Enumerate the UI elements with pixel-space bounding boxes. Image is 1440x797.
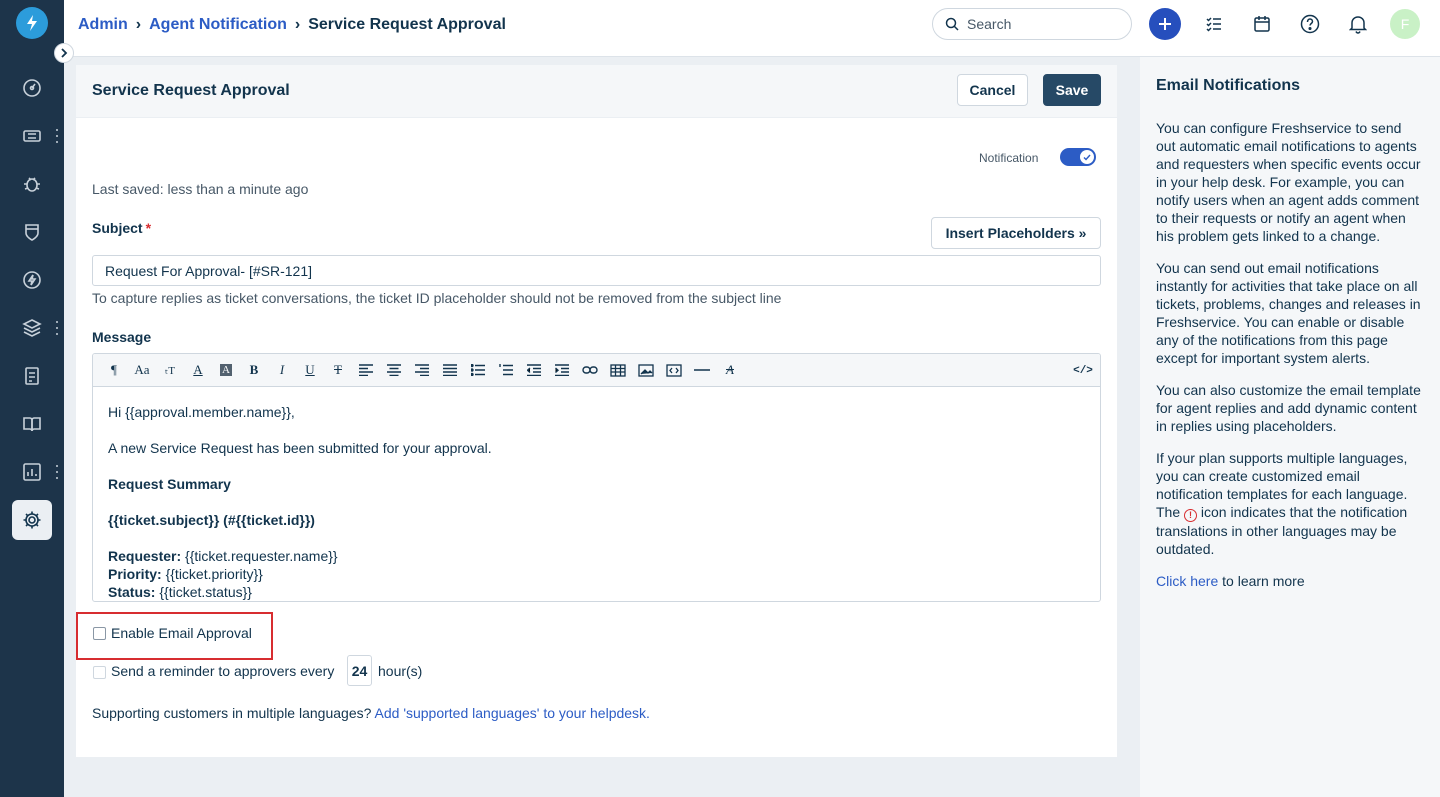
reminder-hours-input[interactable]: 24 <box>347 655 372 686</box>
supported-languages-line: Supporting customers in multiple languag… <box>92 705 650 721</box>
message-priority-line: Priority: {{ticket.priority}} <box>108 566 263 582</box>
cancel-button[interactable]: Cancel <box>957 74 1028 106</box>
italic-icon[interactable]: I <box>268 358 296 382</box>
subject-hint: To capture replies as ticket conversatio… <box>92 290 782 306</box>
help-paragraph-4: If your plan supports multiple languages… <box>1156 450 1408 557</box>
notification-toggle-label: Notification <box>979 151 1039 165</box>
outdated-warning-icon: ! <box>1184 509 1198 522</box>
toggle-check-icon <box>1080 150 1094 164</box>
align-center-icon[interactable] <box>380 358 408 382</box>
assets-more-icon[interactable] <box>53 321 61 335</box>
message-requester-line: Requester: {{ticket.requester.name}} <box>108 548 338 564</box>
message-body[interactable]: Hi {{approval.member.name}}, A new Servi… <box>93 387 1100 601</box>
user-avatar[interactable]: F <box>1390 9 1420 39</box>
contracts-icon[interactable] <box>12 356 52 396</box>
admin-gear-icon[interactable] <box>12 500 52 540</box>
last-saved-status: Last saved: less than a minute ago <box>92 181 309 197</box>
analytics-chart-icon[interactable] <box>12 452 52 492</box>
code-view-icon[interactable]: </> <box>1070 359 1096 383</box>
insert-table-icon[interactable] <box>604 358 632 382</box>
breadcrumb-admin-link[interactable]: Admin <box>78 16 128 34</box>
changes-shield-icon[interactable] <box>12 212 52 252</box>
assets-layers-icon[interactable] <box>12 308 52 348</box>
align-justify-icon[interactable] <box>436 358 464 382</box>
breadcrumb-separator-icon: › <box>135 16 142 33</box>
dashboard-icon[interactable] <box>12 68 52 108</box>
message-editor: ¶ Aa ₜT A A B I U T A </> Hi {{approval.… <box>92 353 1101 602</box>
editor-toolbar: ¶ Aa ₜT A A B I U T A </> <box>93 354 1100 387</box>
underline-icon[interactable]: U <box>296 358 324 382</box>
help-paragraph-1: You can configure Freshservice to send o… <box>1156 120 1421 244</box>
solutions-book-icon[interactable] <box>12 404 52 444</box>
click-here-link[interactable]: Click here <box>1156 573 1218 589</box>
outdent-icon[interactable] <box>520 358 548 382</box>
align-left-icon[interactable] <box>352 358 380 382</box>
message-greeting: Hi {{approval.member.name}}, <box>108 404 295 420</box>
tickets-icon[interactable] <box>12 116 52 156</box>
insert-link-icon[interactable] <box>576 358 604 382</box>
bold-icon[interactable]: B <box>240 358 268 382</box>
insert-image-icon[interactable] <box>632 358 660 382</box>
indent-icon[interactable] <box>548 358 576 382</box>
tickets-more-icon[interactable] <box>53 129 61 143</box>
font-family-icon[interactable]: Aa <box>128 358 156 382</box>
calendar-icon[interactable] <box>1246 8 1278 40</box>
help-panel: Email Notifications You can configure Fr… <box>1140 57 1440 797</box>
search-icon <box>945 17 959 31</box>
message-intro: A new Service Request has been submitted… <box>108 440 492 456</box>
help-panel-title: Email Notifications <box>1156 77 1301 94</box>
message-label: Message <box>92 329 152 345</box>
releases-bolt-icon[interactable] <box>12 260 52 300</box>
breadcrumb-current: Service Request Approval <box>308 16 506 33</box>
subject-label: Subject * <box>92 220 152 236</box>
new-item-plus-button[interactable] <box>1149 8 1181 40</box>
notification-editor-card: Service Request Approval Cancel Save Not… <box>76 65 1117 757</box>
notifications-bell-icon[interactable] <box>1342 8 1374 40</box>
align-right-icon[interactable] <box>408 358 436 382</box>
search-box[interactable] <box>932 8 1132 40</box>
insert-placeholders-button[interactable]: Insert Placeholders » <box>931 217 1101 249</box>
top-bar: Admin › Agent Notification › Service Req… <box>64 0 1440 57</box>
analytics-more-icon[interactable] <box>53 465 61 479</box>
help-question-icon[interactable] <box>1294 8 1326 40</box>
send-reminder-checkbox[interactable] <box>93 666 106 679</box>
reminder-hours-suffix: hour(s) <box>378 663 423 679</box>
message-status-line: Status: {{ticket.status}} <box>108 584 252 600</box>
freshservice-logo-icon[interactable] <box>16 7 48 39</box>
help-paragraph-2: You can send out email notifications ins… <box>1156 260 1421 366</box>
help-paragraph-3: You can also customize the email templat… <box>1156 382 1421 434</box>
send-reminder-label: Send a reminder to approvers every <box>111 663 335 679</box>
strikethrough-icon[interactable]: T <box>324 358 352 382</box>
enable-email-approval-label[interactable]: Enable Email Approval <box>111 625 252 641</box>
breadcrumb: Admin › Agent Notification › Service Req… <box>78 14 506 36</box>
paragraph-format-icon[interactable]: ¶ <box>100 358 128 382</box>
problems-bug-icon[interactable] <box>12 164 52 204</box>
ordered-list-icon[interactable] <box>492 358 520 382</box>
page-title: Service Request Approval <box>92 82 290 99</box>
breadcrumb-agent-notification-link[interactable]: Agent Notification <box>149 16 287 34</box>
horizontal-line-icon[interactable] <box>688 358 716 382</box>
clear-formatting-icon[interactable]: A <box>716 358 744 382</box>
enable-email-approval-checkbox[interactable] <box>93 627 106 640</box>
background-color-icon[interactable]: A <box>212 358 240 382</box>
todo-checklist-icon[interactable] <box>1198 8 1230 40</box>
insert-code-block-icon[interactable] <box>660 358 688 382</box>
add-supported-languages-link[interactable]: Add 'supported languages' to your helpde… <box>375 705 650 721</box>
subject-input[interactable] <box>92 255 1101 286</box>
unordered-list-icon[interactable] <box>464 358 492 382</box>
message-ticket-line: {{ticket.subject}} (#{{ticket.id}}) <box>108 512 315 528</box>
save-button[interactable]: Save <box>1043 74 1101 106</box>
text-color-icon[interactable]: A <box>184 358 212 382</box>
notification-toggle[interactable] <box>1060 148 1096 166</box>
search-input[interactable] <box>967 16 1117 32</box>
left-sidebar <box>0 0 64 797</box>
breadcrumb-separator-icon: › <box>294 16 301 33</box>
help-learn-more: Click here to learn more <box>1156 573 1305 589</box>
required-marker: * <box>145 220 152 236</box>
font-size-icon[interactable]: ₜT <box>156 358 184 382</box>
card-header: Service Request Approval Cancel Save <box>76 65 1117 118</box>
expand-sidebar-chevron-icon[interactable] <box>54 43 74 63</box>
message-summary-heading: Request Summary <box>108 476 231 492</box>
